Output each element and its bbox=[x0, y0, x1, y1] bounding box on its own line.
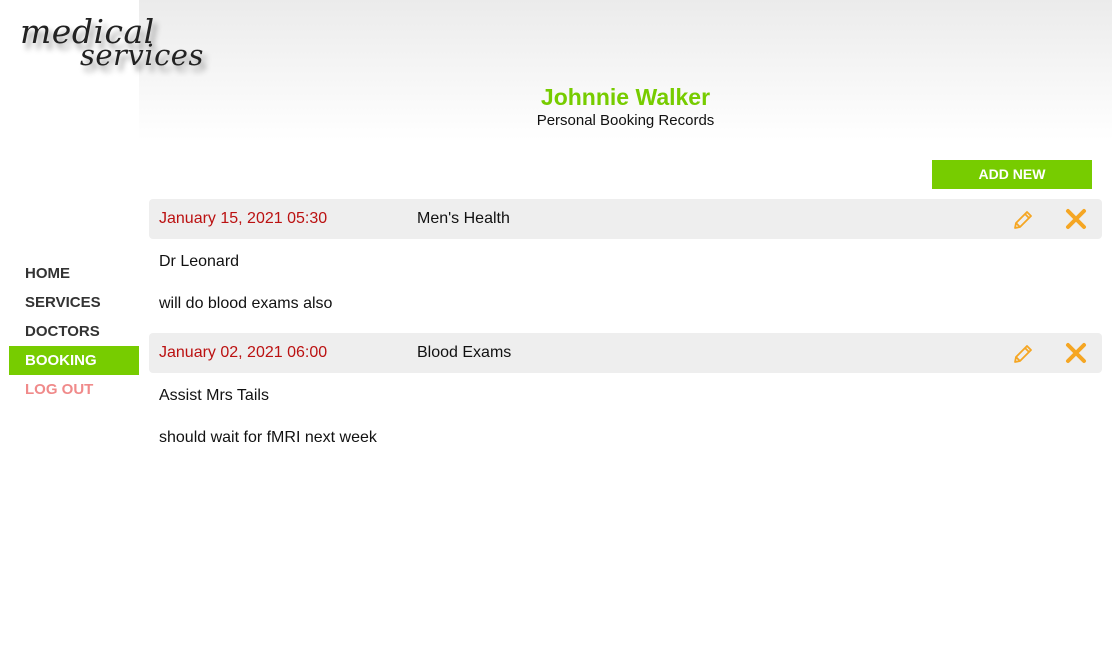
booking-record: January 02, 2021 06:00 Blood Exams Assis… bbox=[149, 333, 1102, 446]
nav-item-logout[interactable]: LOG OUT bbox=[9, 375, 139, 404]
logo-line-2: services bbox=[80, 38, 204, 72]
logo[interactable]: medical services bbox=[18, 10, 203, 80]
record-datetime: January 02, 2021 06:00 bbox=[159, 344, 328, 361]
record-note: will do blood exams also bbox=[159, 295, 333, 312]
close-icon[interactable] bbox=[1064, 341, 1088, 365]
nav-item-doctors[interactable]: DOCTORS bbox=[9, 317, 139, 346]
user-name: Johnnie Walker bbox=[540, 84, 711, 110]
record-header: January 02, 2021 06:00 Blood Exams bbox=[149, 333, 1102, 373]
close-icon[interactable] bbox=[1064, 207, 1088, 231]
page-subtitle: Personal Booking Records bbox=[536, 112, 715, 129]
booking-record: January 15, 2021 05:30 Men's Health Dr L… bbox=[149, 199, 1102, 312]
nav-item-home[interactable]: HOME bbox=[9, 259, 139, 288]
record-service: Men's Health bbox=[417, 210, 510, 227]
pencil-icon[interactable] bbox=[1011, 342, 1035, 366]
nav-item-booking[interactable]: BOOKING bbox=[9, 346, 139, 375]
pencil-icon[interactable] bbox=[1011, 208, 1035, 232]
nav-item-services[interactable]: SERVICES bbox=[9, 288, 139, 317]
add-new-button[interactable]: ADD NEW bbox=[932, 160, 1092, 189]
record-note: should wait for fMRI next week bbox=[159, 429, 377, 446]
record-header: January 15, 2021 05:30 Men's Health bbox=[149, 199, 1102, 239]
record-doctor: Dr Leonard bbox=[159, 253, 240, 270]
record-datetime: January 15, 2021 05:30 bbox=[159, 210, 328, 227]
sidebar-nav: HOME SERVICES DOCTORS BOOKING LOG OUT bbox=[9, 259, 139, 404]
record-doctor: Assist Mrs Tails bbox=[159, 387, 269, 404]
record-service: Blood Exams bbox=[417, 344, 512, 361]
